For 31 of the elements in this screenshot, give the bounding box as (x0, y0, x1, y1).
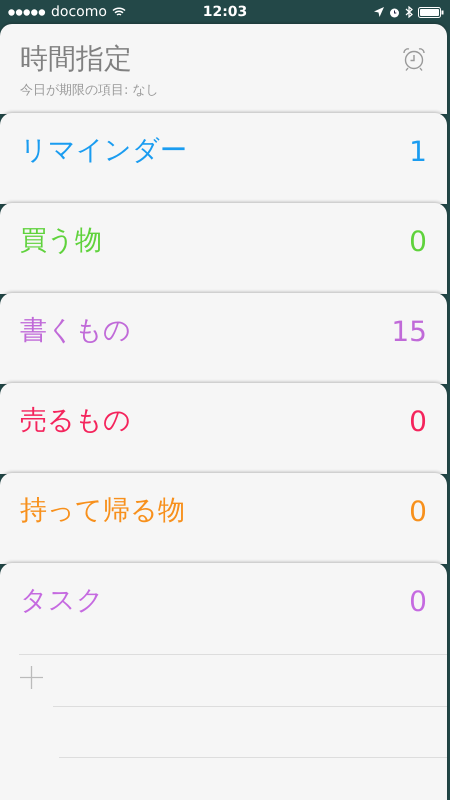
item-count: 0 (409, 585, 427, 619)
item-count: 0 (409, 405, 427, 439)
scheduled-card[interactable]: 時間指定 今日が期限の項目: なし (0, 24, 447, 114)
list-name: 買う物 (20, 225, 102, 258)
list-name: 持って帰る物 (20, 495, 185, 528)
wifi-icon (112, 7, 126, 17)
carrier-name: docomo (51, 4, 107, 20)
alarm-clock-icon (401, 46, 427, 72)
list-name: 書くもの (20, 315, 131, 348)
alarm-icon (389, 6, 400, 18)
clock-time: 12:03 (202, 4, 248, 20)
location-arrow-icon (374, 7, 384, 17)
item-count: 0 (409, 495, 427, 529)
list-name: タスク (20, 585, 104, 618)
card-title: 時間指定 (20, 44, 133, 75)
signal-icon (8, 8, 46, 16)
item-count: 15 (391, 315, 427, 349)
list-name: リマインダー (20, 135, 187, 168)
list-name: 売るもの (20, 405, 131, 438)
battery-icon (418, 6, 444, 18)
item-count: 1 (409, 135, 427, 169)
list-card[interactable]: タスク 0 (0, 563, 447, 800)
bluetooth-icon (405, 6, 413, 18)
list-card[interactable]: 書くもの 15 (0, 293, 447, 384)
list-card[interactable]: リマインダー 1 (0, 113, 447, 204)
item-count: 0 (409, 225, 427, 259)
list-card[interactable]: 買う物 0 (0, 203, 447, 294)
list-card[interactable]: 売るもの 0 (0, 383, 447, 474)
due-today-text: 今日が期限の項目: なし (20, 82, 159, 99)
add-icon[interactable] (19, 665, 44, 690)
list-card[interactable]: 持って帰る物 0 (0, 473, 447, 564)
